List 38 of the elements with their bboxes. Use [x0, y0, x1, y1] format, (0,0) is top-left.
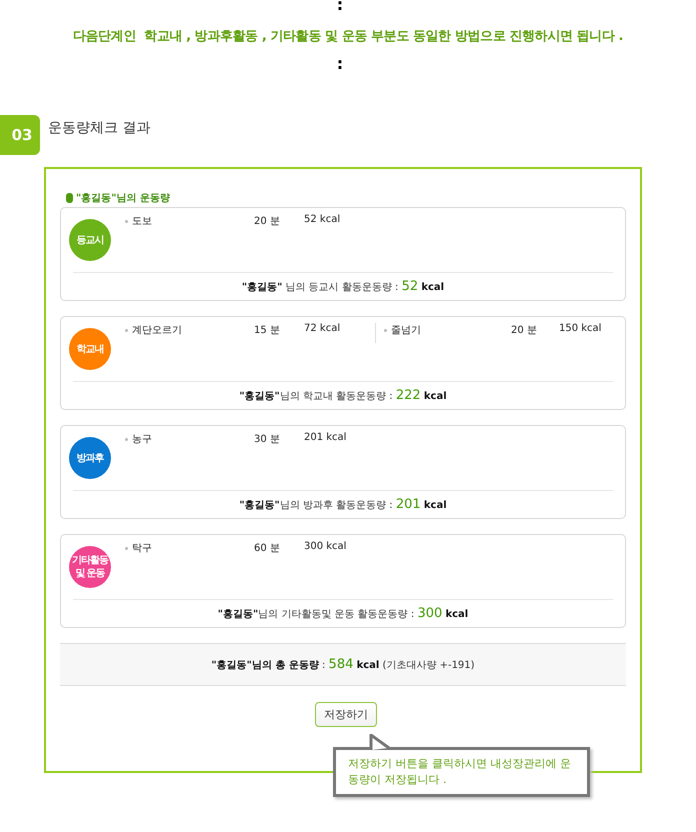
activity-minutes: 20 분 — [511, 324, 538, 337]
activity-name: 농구 — [132, 433, 153, 446]
bullet-icon — [125, 329, 128, 332]
bullet-icon — [66, 193, 73, 203]
bullet-icon — [125, 438, 128, 441]
activity-name: 도보 — [132, 215, 153, 228]
save-button[interactable]: 저장하기 — [315, 702, 377, 727]
activity-kcal: 52 kcal — [304, 214, 340, 225]
activity-summary: "홍길동"님의 방과후 활동운동량 : 201 kcal — [238, 496, 448, 514]
activity-kcal: 300 kcal — [304, 541, 346, 552]
bullet-icon — [125, 220, 128, 223]
activity-name: 계단오르기 — [132, 324, 183, 337]
step-number: 03 — [0, 115, 40, 155]
category-badge: 기타활동 및 운동 — [69, 546, 111, 588]
category-badge: 등교시 — [69, 219, 111, 261]
activity-summary: "홍길동" 님의 등교시 활동운동량 : 52 kcal — [240, 278, 446, 296]
activity-minutes: 30 분 — [254, 433, 281, 446]
activity-minutes: 60 분 — [254, 542, 281, 555]
category-badge: 학교내 — [69, 328, 111, 370]
activity-minutes: 20 분 — [254, 215, 281, 228]
activity-summary: "홍길동"님의 학교내 활동운동량 : 222 kcal — [238, 387, 448, 405]
bullet-icon — [125, 547, 128, 550]
total-summary: "홍길동"님의 총 운동량 : 584 kcal (기초대사량 +-191) — [211, 657, 475, 672]
ellipsis-mark: : — [336, 0, 344, 14]
section-title: 운동량체크 결과 — [48, 119, 150, 137]
result-heading: "홍길동"님의 운동량 — [76, 192, 170, 205]
activity-summary: "홍길동"님의 기타활동및 운동 활동운동량 : 300 kcal — [216, 605, 470, 623]
activity-minutes: 15 분 — [254, 324, 281, 337]
ellipsis-mark: : — [336, 55, 344, 73]
activity-name: 줄넘기 — [391, 324, 422, 337]
bullet-icon — [384, 329, 387, 332]
instruction-text: 다음단계인 학교내 , 방과후활동 , 기타활동 및 운동 부분도 동일한 방법으로 진행하시면 됩니다 . — [72, 28, 624, 45]
activity-kcal: 201 kcal — [304, 432, 346, 443]
activity-kcal: 150 kcal — [559, 323, 602, 334]
tooltip: 저장하기 버튼을 클릭하시면 내성장관리에 운동량이 저장됩니다 . — [333, 747, 590, 797]
category-badge: 방과후 — [69, 437, 111, 479]
activity-name: 탁구 — [132, 542, 153, 555]
activity-kcal: 72 kcal — [304, 323, 340, 334]
